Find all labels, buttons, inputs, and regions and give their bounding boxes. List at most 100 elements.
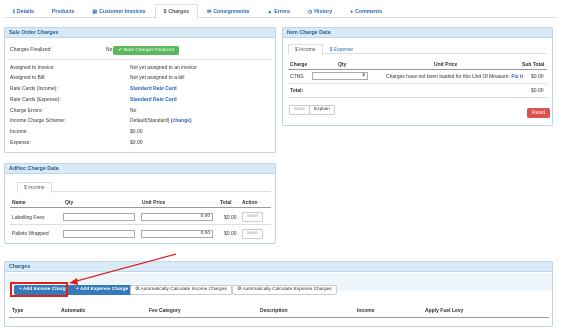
document-icon: ▤ <box>92 8 98 15</box>
kv-key: Income Charge Scheme: <box>10 118 66 124</box>
adhoc-qty-input[interactable] <box>63 230 135 238</box>
charge-name: CTNS <box>290 74 304 80</box>
adhoc-unit-price-input[interactable]: 0.00 <box>141 230 213 238</box>
charges-finalized-value: No <box>106 47 113 53</box>
tab-consignments[interactable]: ✉ Consignments <box>198 4 258 18</box>
envelope-icon: ✉ <box>207 8 212 15</box>
col-income: Income <box>357 308 375 314</box>
kv-key: Assigned to Bill: <box>10 75 46 81</box>
col-unit-price: Unit Price <box>142 200 166 206</box>
button-label: Mark Charges Finalized <box>123 48 175 53</box>
tab-comments[interactable]: ● Comments <box>341 4 391 18</box>
adhoc-unit-price-input[interactable]: 0.00 <box>141 213 213 221</box>
auto-calc-expense-button[interactable]: ⚙ Automatically Calculate Expense Charge… <box>232 285 337 295</box>
add-income-charge-button[interactable]: + Add Income Charge <box>14 285 74 295</box>
button-label: Automatically Calculate Income Charges <box>140 287 227 292</box>
mark-charges-finalized-button[interactable]: ✔ Mark Charges Finalized <box>113 46 180 55</box>
tab-details[interactable]: ℹ Details <box>4 4 43 18</box>
col-qty: Qty <box>65 200 74 206</box>
adhoc-total: $0.00 <box>224 231 237 237</box>
col-type: Type <box>12 308 24 314</box>
add-expense-charge-button[interactable]: + Add Expense Charge <box>71 285 134 295</box>
tab-label: History <box>314 8 333 15</box>
kv-value: Not yet assigned to an invoice <box>130 65 197 71</box>
sub-total-value: $0.00 <box>531 74 544 80</box>
tab-label: Errors <box>274 8 290 15</box>
tab-label: Customer Invoices <box>99 8 146 15</box>
adhoc-name: Labelling Fees <box>12 215 45 221</box>
scheme-value: Default(Standard) <box>130 118 170 124</box>
divider <box>288 83 547 84</box>
col-action: Action <box>242 200 258 206</box>
adhoc-name: Pallets Wrapped <box>12 231 49 237</box>
charges-panel: Charges + Add Income Charge + Add Expens… <box>4 261 553 327</box>
message-text: Charges have not been loaded for this Un… <box>386 74 510 80</box>
col-total: Total <box>220 200 232 206</box>
adhoc-total: $0.00 <box>224 215 237 221</box>
col-charge: Charge <box>290 62 308 68</box>
col-unit-price: Unit Price <box>434 62 458 68</box>
subtab-income[interactable]: $ Income <box>17 182 52 193</box>
sale-order-charges-panel: Sale Order Charges Charges Finalized: No… <box>4 27 276 153</box>
fix-it-link[interactable]: Fix it <box>511 74 523 80</box>
tab-label: Consignments <box>213 8 250 15</box>
subtab-expense[interactable]: $ Expense <box>323 44 361 54</box>
col-apply-fuel-levy: Apply Fuel Levy <box>425 308 464 314</box>
change-scheme-link[interactable]: (change) <box>171 118 192 124</box>
kv-key: Charge Errors: <box>10 108 43 114</box>
divider <box>288 69 547 70</box>
panel-title: Item Charge Data <box>283 28 552 38</box>
rate-card-income-link[interactable]: Standard Rate Card <box>130 86 177 92</box>
divider <box>10 207 271 208</box>
rate-card-expense-link[interactable]: Standard Rate Card <box>130 97 177 103</box>
divider <box>9 317 549 318</box>
tab-label: Products <box>51 8 75 15</box>
tab-history[interactable]: ◷ History <box>299 4 341 18</box>
kv-value: $0.00 <box>130 140 143 146</box>
kv-key: Assigned to Invoice: <box>10 65 55 71</box>
explain-button[interactable]: Explain <box>309 105 335 115</box>
save-button[interactable]: Save <box>289 105 310 115</box>
adhoc-qty-input[interactable] <box>63 213 135 221</box>
button-label: Automatically Calculate Expense Charges <box>242 287 332 292</box>
subtab-income[interactable]: $ Income <box>288 44 323 55</box>
panel-title: Charges <box>5 262 552 272</box>
adhoc-save-button[interactable]: Save <box>242 212 263 222</box>
col-description: Description <box>260 308 288 314</box>
adhoc-subtabs: $ Income <box>17 182 271 193</box>
item-charge-data-panel: Item Charge Data $ Income $ Expense Char… <box>282 27 553 126</box>
qty-spinner-icon: $ <box>362 73 365 78</box>
col-qty: Qty <box>338 62 347 68</box>
kv-key: Rate Cards (Expense): <box>10 97 61 103</box>
kv-key: Expense: <box>10 140 31 146</box>
tab-label: Charges <box>168 9 190 15</box>
col-sub-total: Sub Total <box>522 62 545 68</box>
auto-calc-income-button[interactable]: ⚙ Automatically Calculate Income Charges <box>130 285 232 295</box>
adhoc-charge-data-panel: AdHoc Charge Data $ Income Name Qty Unit… <box>4 163 276 244</box>
panel-title: Sale Order Charges <box>5 28 275 38</box>
reset-button[interactable]: Reset <box>527 108 551 118</box>
divider <box>10 224 271 225</box>
tab-charges[interactable]: $ Charges <box>154 4 199 19</box>
total-label: Total: <box>290 88 304 94</box>
qty-input[interactable]: $ <box>312 72 368 80</box>
kv-value: No <box>130 108 137 114</box>
col-automatic: Automatic <box>61 308 86 314</box>
divider <box>288 97 547 98</box>
col-name: Name <box>12 200 26 206</box>
tab-errors[interactable]: ▲ Errors <box>258 4 299 18</box>
unit-price-message: Charges have not been loaded for this Un… <box>386 74 523 80</box>
main-tabs: ℹ Details Products ▤ Customer Invoices $ Ch… <box>4 4 557 19</box>
adhoc-save-button[interactable]: Save <box>242 229 263 239</box>
tab-label: Details <box>16 8 34 15</box>
kv-value: $0.00 <box>130 129 143 135</box>
kv-value: Not yet assigned to a bill <box>130 75 185 81</box>
item-charge-subtabs: $ Income $ Expense <box>288 44 547 55</box>
tab-customer-invoices[interactable]: ▤ Customer Invoices <box>83 4 154 18</box>
panel-title: AdHoc Charge Data <box>5 164 275 174</box>
info-icon: ℹ <box>13 8 15 15</box>
divider <box>9 59 272 60</box>
tab-label: Comments <box>355 8 382 15</box>
clock-icon: ◷ <box>307 8 313 15</box>
tab-products[interactable]: Products <box>43 4 83 18</box>
